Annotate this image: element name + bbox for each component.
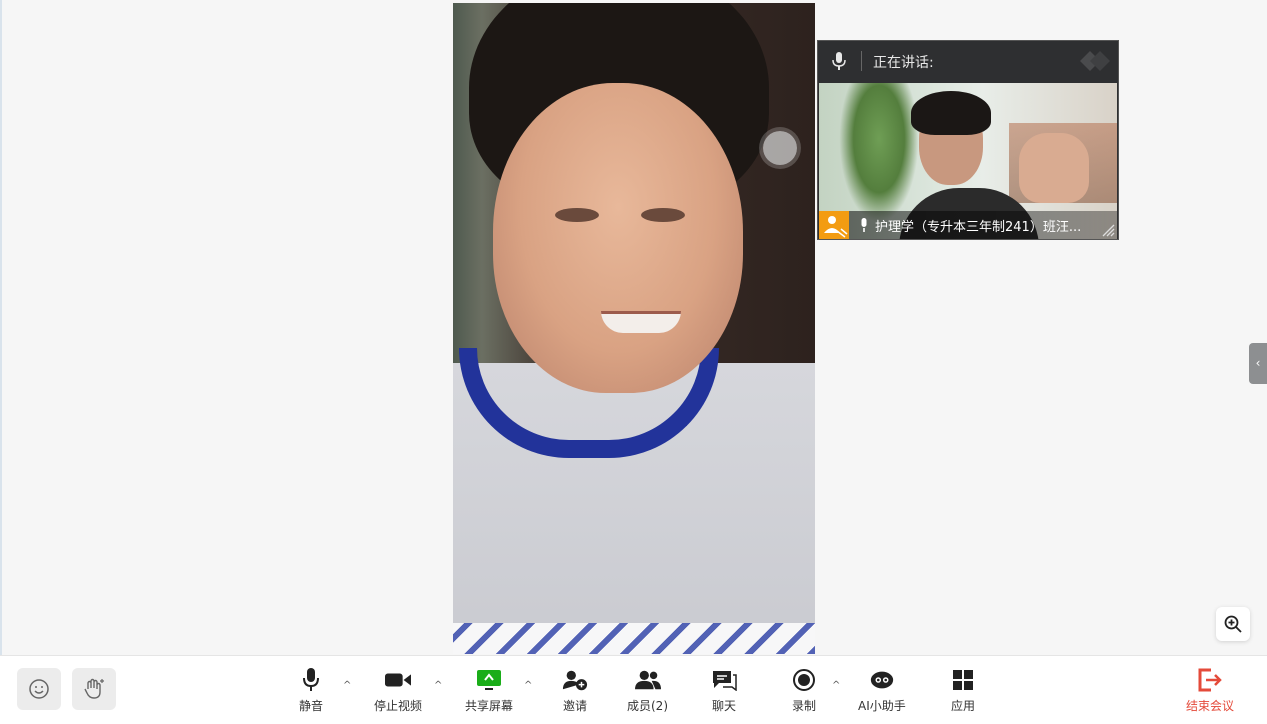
- microphone-icon: [832, 52, 846, 70]
- stop-video-label: 停止视频: [374, 699, 423, 713]
- speaker-panel-header: 正在讲话:: [818, 41, 1118, 81]
- video-sweater-pattern: [453, 623, 815, 654]
- chat-icon: [713, 671, 737, 691]
- video-face: [493, 83, 743, 393]
- meeting-stage: 正在讲话: 护理学（专升本三年制241）班汪... ‹: [0, 0, 1267, 655]
- zoom-in-icon: [1224, 615, 1242, 633]
- members-button[interactable]: 成员(2): [627, 668, 668, 714]
- share-screen-label: 共享屏幕: [465, 699, 514, 713]
- window-edge: [0, 0, 2, 655]
- mute-label: 静音: [298, 699, 323, 713]
- raise-hand-button[interactable]: [72, 668, 116, 710]
- speaker-name: 护理学（专升本三年制241）班汪...: [875, 220, 1082, 235]
- add-person-icon: [562, 670, 588, 691]
- speaker-name-bar: 护理学（专升本三年制241）班汪...: [819, 211, 1117, 239]
- record-options-caret-icon[interactable]: ^: [832, 680, 840, 691]
- apps-grid-icon: [953, 670, 973, 690]
- smiley-icon: [29, 679, 49, 699]
- reaction-button[interactable]: [17, 668, 61, 710]
- zoom-in-button[interactable]: [1216, 607, 1250, 641]
- invite-label: 邀请: [562, 699, 587, 713]
- end-meeting-label: 结束会议: [1186, 699, 1235, 713]
- share-screen-icon: [477, 670, 501, 690]
- speaker-video-feed[interactable]: 护理学（专升本三年制241）班汪...: [819, 83, 1117, 239]
- chevron-left-icon: ‹: [1255, 356, 1261, 370]
- record-button[interactable]: 录制: [791, 668, 817, 714]
- active-speaker-panel[interactable]: 正在讲话: 护理学（专升本三年制241）班汪...: [817, 40, 1119, 240]
- speaking-label: 正在讲话:: [873, 55, 934, 71]
- members-label: 成员(2): [627, 699, 668, 713]
- video-eye-right: [641, 208, 685, 222]
- header-divider: [861, 51, 862, 71]
- ai-assistant-label: AI小助手: [858, 699, 906, 713]
- audio-options-caret-icon[interactable]: ^: [343, 680, 351, 691]
- raise-hand-icon: [84, 678, 104, 699]
- mute-button[interactable]: 静音: [298, 668, 324, 714]
- panel-drag-handle-icon[interactable]: [1070, 49, 1110, 73]
- name-mic-icon: [861, 218, 867, 232]
- ai-assistant-button[interactable]: AI小助手: [858, 668, 906, 714]
- host-badge-icon: [819, 211, 849, 239]
- video-hair-small: [911, 91, 991, 135]
- meeting-toolbar: 静音 ^ 停止视频 ^ 共享屏幕 ^ 邀请 成员(2) 聊天 录制 ^ AI小助…: [0, 655, 1267, 724]
- share-screen-button[interactable]: 共享屏幕: [465, 668, 513, 714]
- video-mouth: [601, 311, 681, 333]
- apps-button[interactable]: 应用: [950, 668, 976, 714]
- video-plant: [839, 83, 919, 223]
- chat-button[interactable]: 聊天: [711, 668, 737, 714]
- sidebar-collapse-tab[interactable]: ‹: [1249, 343, 1267, 384]
- microphone-icon: [303, 668, 319, 691]
- floating-dot-button[interactable]: [763, 131, 797, 165]
- ai-assistant-icon: [870, 671, 894, 689]
- resize-handle-icon[interactable]: [1099, 221, 1115, 237]
- stop-video-button[interactable]: 停止视频: [374, 668, 422, 714]
- video-eye-left: [555, 208, 599, 222]
- apps-label: 应用: [950, 699, 975, 713]
- members-icon: [634, 670, 661, 690]
- exit-icon: [1198, 668, 1222, 692]
- record-label: 录制: [791, 699, 816, 713]
- invite-button[interactable]: 邀请: [562, 668, 588, 714]
- end-meeting-button[interactable]: 结束会议: [1186, 668, 1234, 714]
- share-options-caret-icon[interactable]: ^: [524, 680, 532, 691]
- record-icon: [793, 669, 815, 691]
- video-camera-icon: [385, 673, 411, 687]
- video-options-caret-icon[interactable]: ^: [434, 680, 442, 691]
- video-hand: [1019, 133, 1089, 203]
- main-video-feed[interactable]: [453, 3, 815, 654]
- chat-label: 聊天: [711, 699, 736, 713]
